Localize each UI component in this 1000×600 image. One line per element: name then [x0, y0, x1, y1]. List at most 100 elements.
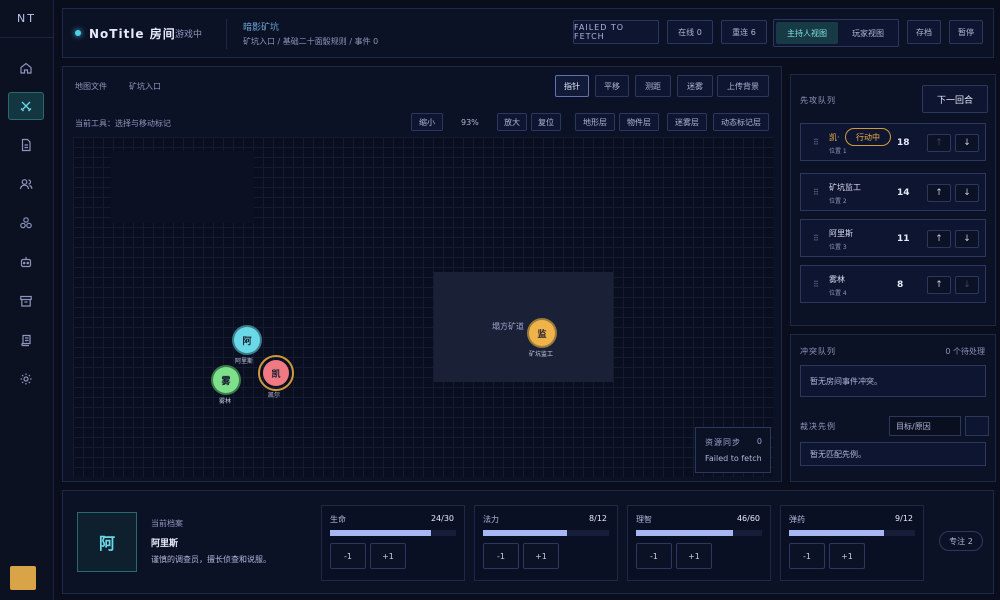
- move-up-button[interactable]: ↑: [927, 230, 951, 248]
- stat-increase-button[interactable]: +1: [829, 543, 865, 569]
- upload-background-button[interactable]: 上传背景: [717, 75, 769, 97]
- profile-name: 阿里斯: [151, 539, 179, 549]
- rulings-empty-message: 暂无匹配先例。: [800, 442, 986, 466]
- room-title: NoTitle 房间: [89, 27, 176, 41]
- layer-dynamic-markers[interactable]: 动态标记层: [713, 113, 769, 131]
- move-down-button[interactable]: ↓: [955, 134, 979, 152]
- layer-terrain[interactable]: 地形层: [575, 113, 615, 131]
- move-up-button[interactable]: ↑: [927, 134, 951, 152]
- initiative-value: 11: [897, 234, 910, 244]
- document-icon: [21, 138, 31, 152]
- initiative-entry[interactable]: ⠿ 矿坑监工 位置 2 14 ↑ ↓: [800, 173, 986, 211]
- profile-label: 当前档案: [151, 519, 183, 528]
- stat-increase-button[interactable]: +1: [370, 543, 406, 569]
- nav-settings[interactable]: [8, 365, 44, 393]
- stat-name: 法力: [483, 515, 499, 524]
- tool-pan[interactable]: 平移: [595, 75, 629, 97]
- online-count-button[interactable]: 在线 0: [667, 20, 713, 44]
- nav-scripts[interactable]: [8, 326, 44, 354]
- reconnect-button[interactable]: 重连 6: [721, 20, 767, 44]
- stat-bar-fill: [789, 530, 884, 536]
- zoom-out-button[interactable]: 缩小: [411, 113, 443, 131]
- gm-view-tab[interactable]: 主持人视图: [776, 22, 838, 44]
- conflict-title: 冲突队列: [800, 347, 836, 356]
- stat-decrease-button[interactable]: -1: [330, 543, 366, 569]
- zoom-in-button[interactable]: 放大: [497, 113, 527, 131]
- rulings-search-input[interactable]: 目标/原因: [889, 416, 961, 436]
- drag-handle-icon[interactable]: ⠿: [813, 188, 819, 197]
- sync-title: 资源同步: [705, 438, 741, 447]
- stat-card: 法力 8/12 -1 +1: [474, 505, 618, 581]
- archive-icon: [20, 295, 32, 307]
- initiative-entry[interactable]: ⠿ 阿里斯 位置 3 11 ↑ ↓: [800, 219, 986, 257]
- pause-button[interactable]: 暂停: [949, 20, 983, 44]
- focus-button[interactable]: 专注 2: [939, 531, 983, 551]
- nav-battle[interactable]: [8, 92, 44, 120]
- next-round-button[interactable]: 下一回合: [922, 85, 988, 113]
- stat-decrease-button[interactable]: -1: [789, 543, 825, 569]
- stat-increase-button[interactable]: +1: [676, 543, 712, 569]
- scene-name[interactable]: 暗影矿坑: [243, 20, 279, 33]
- token-foreman[interactable]: 监: [529, 320, 555, 346]
- initiative-name: 凯·: [829, 133, 840, 142]
- map-file-label: 地图文件: [75, 82, 107, 91]
- drag-handle-icon[interactable]: ⠿: [813, 280, 819, 289]
- map-file-name[interactable]: 矿坑入口: [129, 81, 161, 92]
- token-alis[interactable]: 阿: [234, 327, 260, 353]
- stat-increase-button[interactable]: +1: [523, 543, 559, 569]
- initiative-name: 雾林: [829, 275, 845, 284]
- crossed-swords-icon: [20, 101, 32, 112]
- tool-fog[interactable]: 迷雾: [677, 75, 713, 97]
- tool-pointer[interactable]: 指针: [555, 75, 589, 97]
- acting-badge: 行动中: [845, 128, 891, 146]
- stat-decrease-button[interactable]: -1: [483, 543, 519, 569]
- initiative-position: 位置 2: [829, 198, 847, 205]
- home-icon: [20, 62, 32, 74]
- layer-objects[interactable]: 物件层: [619, 113, 659, 131]
- header-divider: [226, 19, 227, 49]
- current-tool-hint: 当前工具：选择与移动标记: [75, 119, 171, 128]
- initiative-name: 阿里斯: [829, 229, 853, 238]
- gear-icon: [20, 373, 32, 385]
- view-switch: 主持人视图 玩家视图: [773, 19, 899, 47]
- player-view-tab[interactable]: 玩家视图: [840, 22, 896, 44]
- token-kyle-selection-ring[interactable]: 凯: [258, 355, 294, 391]
- initiative-entry[interactable]: ⠿ 雾林 位置 4 8 ↑ ↓: [800, 265, 986, 303]
- rulings-search-button[interactable]: [965, 416, 989, 436]
- nav-home[interactable]: [8, 54, 44, 82]
- token-label: 矿坑监工: [529, 351, 554, 358]
- move-up-button[interactable]: ↑: [927, 184, 951, 202]
- map-panel: 地图文件 矿坑入口 指针 平移 测距 迷雾 上传背景 当前工具：选择与移动标记 …: [62, 66, 782, 482]
- move-down-button[interactable]: ↓: [955, 276, 979, 294]
- token-kyle[interactable]: 凯: [263, 360, 289, 386]
- nav-users[interactable]: [8, 170, 44, 198]
- nav-resources[interactable]: [8, 209, 44, 237]
- initiative-panel: 先攻队列 下一回合 ⠿ 凯· 行动中 位置 1 18 ↑ ↓ ⠿ 矿坑监工 位置…: [790, 74, 996, 326]
- move-down-button[interactable]: ↓: [955, 230, 979, 248]
- token-char: 监: [537, 329, 547, 340]
- token-char: 雾: [221, 376, 231, 387]
- room-status: 游戏中: [175, 30, 203, 40]
- conflict-pending-count: 0 个待处理: [945, 347, 985, 356]
- robot-icon: [20, 257, 32, 268]
- fetch-status-button[interactable]: FAILED TO FETCH: [573, 20, 659, 44]
- save-button[interactable]: 存档: [907, 20, 941, 44]
- nav-ai[interactable]: [8, 248, 44, 276]
- stat-value: 8/12: [589, 514, 607, 523]
- initiative-entry[interactable]: ⠿ 凯· 行动中 位置 1 18 ↑ ↓: [800, 123, 986, 161]
- nav-archive[interactable]: [8, 287, 44, 315]
- token-wulin[interactable]: 雾: [213, 367, 239, 393]
- drag-handle-icon[interactable]: ⠿: [813, 138, 819, 147]
- user-avatar[interactable]: [10, 566, 36, 590]
- tool-measure[interactable]: 测距: [635, 75, 671, 97]
- reset-view-button[interactable]: 复位: [531, 113, 561, 131]
- move-down-button[interactable]: ↓: [955, 184, 979, 202]
- layer-fog[interactable]: 迷雾层: [667, 113, 707, 131]
- drag-handle-icon[interactable]: ⠿: [813, 234, 819, 243]
- scroll-icon: [21, 334, 31, 347]
- character-portrait: 阿: [77, 512, 137, 572]
- map-canvas[interactable]: 塌方矿道 阿 阿里斯 凯 凯尔 雾 雾林 监 矿坑监工: [73, 137, 773, 477]
- move-up-button[interactable]: ↑: [927, 276, 951, 294]
- stat-decrease-button[interactable]: -1: [636, 543, 672, 569]
- nav-documents[interactable]: [8, 131, 44, 159]
